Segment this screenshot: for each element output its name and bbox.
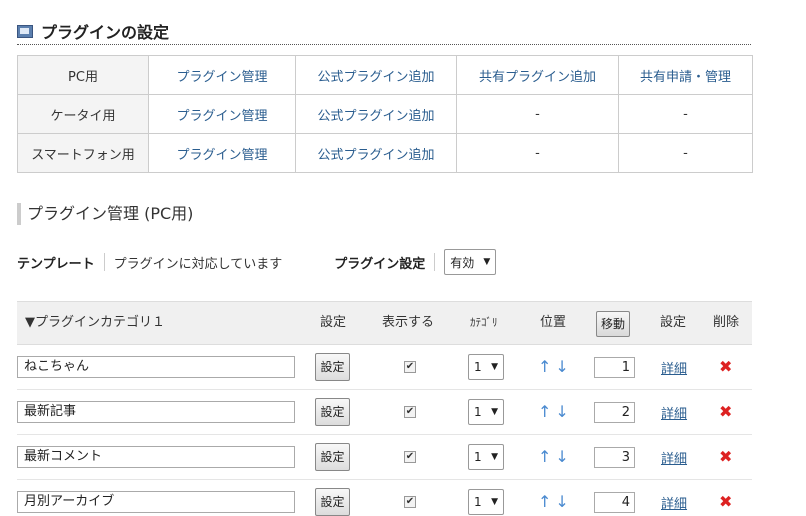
arrow-up-icon[interactable]: ↑: [538, 357, 555, 376]
plugin-row: ねこちゃん 設定 ✔ 1 ▼ ↑↓ 1 詳細 ✖: [17, 345, 752, 390]
chevron-down-icon: ▼: [491, 497, 498, 507]
header-settings: 設定: [320, 315, 347, 330]
template-row: テンプレート プラグインに対応しています プラグイン設定 有効 ▼: [17, 249, 537, 275]
template-label: テンプレート: [17, 256, 95, 272]
arrow-down-icon[interactable]: ↓: [555, 402, 572, 421]
position-input[interactable]: 1: [594, 357, 635, 378]
divider: [434, 253, 436, 271]
device-row-mobile: ケータイ用 プラグイン管理 公式プラグイン追加 - -: [17, 94, 753, 134]
position-input[interactable]: 2: [594, 402, 635, 423]
reorder-arrows: ↑↓: [538, 357, 573, 376]
device-label: PC用: [17, 55, 149, 95]
category-select[interactable]: 1 ▼: [468, 354, 504, 380]
share-request-link[interactable]: 共有申請・管理: [640, 70, 731, 85]
position-input[interactable]: 4: [594, 492, 635, 513]
visible-checkbox[interactable]: ✔: [404, 496, 416, 508]
device-label: ケータイ用: [17, 94, 149, 134]
visible-checkbox[interactable]: ✔: [404, 406, 416, 418]
official-plugin-add-link[interactable]: 公式プラグイン追加: [317, 109, 434, 124]
header-category: ｶﾃｺﾞﾘ: [470, 316, 498, 329]
plugin-name-input[interactable]: ねこちゃん: [17, 356, 295, 378]
visible-checkbox[interactable]: ✔: [404, 451, 416, 463]
chevron-down-icon: ▼: [483, 257, 491, 267]
chevron-down-icon: ▼: [491, 362, 498, 372]
chevron-down-icon: ▼: [491, 452, 498, 462]
plugin-manage-link[interactable]: プラグイン管理: [176, 148, 267, 163]
detail-link[interactable]: 詳細: [661, 358, 687, 377]
header-position: 位置: [540, 315, 567, 330]
arrow-down-icon[interactable]: ↓: [555, 447, 572, 466]
plugin-settings-button[interactable]: 設定: [315, 353, 350, 381]
page-title: プラグインの設定: [17, 18, 751, 45]
chevron-down-icon: ▼: [491, 407, 498, 417]
plugin-settings-button[interactable]: 設定: [315, 398, 350, 426]
section-title: プラグイン管理 (PC用): [17, 203, 193, 225]
divider: [103, 253, 105, 271]
empty-cell: -: [456, 94, 619, 134]
header-settings-2: 設定: [660, 315, 687, 330]
plugin-setting-select[interactable]: 有効 ▼: [444, 249, 497, 275]
plugin-table-header: ▼プラグインカテゴリ１ 設定 表示する ｶﾃｺﾞﾘ 位置 移動 設定 削除: [17, 301, 752, 345]
plugin-settings-button[interactable]: 設定: [315, 443, 350, 471]
plugin-row: 月別アーカイブ 設定 ✔ 1 ▼ ↑↓ 4 詳細 ✖: [17, 480, 752, 516]
delete-icon[interactable]: ✖: [719, 447, 732, 466]
empty-cell: -: [618, 94, 753, 134]
window-icon: [17, 24, 33, 38]
arrow-up-icon[interactable]: ↑: [538, 447, 555, 466]
plugin-row: 最新記事 設定 ✔ 1 ▼ ↑↓ 2 詳細 ✖: [17, 390, 752, 435]
arrow-down-icon[interactable]: ↓: [555, 357, 572, 376]
detail-link[interactable]: 詳細: [661, 448, 687, 467]
empty-cell: -: [456, 133, 619, 173]
category-select[interactable]: 1 ▼: [468, 399, 504, 425]
header-show: 表示する: [382, 315, 435, 330]
plugin-name-input[interactable]: 月別アーカイブ: [17, 491, 295, 513]
arrow-up-icon[interactable]: ↑: [538, 492, 555, 511]
move-button[interactable]: 移動: [596, 311, 631, 337]
device-label: スマートフォン用: [17, 133, 149, 173]
plugin-name-input[interactable]: 最新記事: [17, 401, 295, 423]
reorder-arrows: ↑↓: [538, 402, 573, 421]
delete-icon[interactable]: ✖: [719, 357, 732, 376]
arrow-up-icon[interactable]: ↑: [538, 402, 555, 421]
device-table: PC用 プラグイン管理 公式プラグイン追加 共有プラグイン追加 共有申請・管理 …: [17, 55, 753, 173]
delete-icon[interactable]: ✖: [719, 402, 732, 421]
category-title: ▼プラグインカテゴリ１: [25, 315, 165, 330]
plugin-setting-label: プラグイン設定: [334, 256, 426, 272]
header-delete: 削除: [713, 315, 740, 330]
visible-checkbox[interactable]: ✔: [404, 361, 416, 373]
category-select[interactable]: 1 ▼: [468, 489, 504, 515]
arrow-down-icon[interactable]: ↓: [555, 492, 572, 511]
template-status: プラグインに対応しています: [113, 256, 283, 272]
reorder-arrows: ↑↓: [538, 447, 573, 466]
plugin-name-input[interactable]: 最新コメント: [17, 446, 295, 468]
device-row-pc: PC用 プラグイン管理 公式プラグイン追加 共有プラグイン追加 共有申請・管理: [17, 55, 753, 95]
official-plugin-add-link[interactable]: 公式プラグイン追加: [317, 148, 434, 163]
detail-link[interactable]: 詳細: [661, 493, 687, 512]
position-input[interactable]: 3: [594, 447, 635, 468]
reorder-arrows: ↑↓: [538, 492, 573, 511]
plugin-row: 最新コメント 設定 ✔ 1 ▼ ↑↓ 3 詳細 ✖: [17, 435, 752, 480]
device-row-smartphone: スマートフォン用 プラグイン管理 公式プラグイン追加 - -: [17, 133, 753, 173]
empty-cell: -: [618, 133, 753, 173]
official-plugin-add-link[interactable]: 公式プラグイン追加: [317, 70, 434, 85]
shared-plugin-add-link[interactable]: 共有プラグイン追加: [479, 70, 596, 85]
detail-link[interactable]: 詳細: [661, 403, 687, 422]
delete-icon[interactable]: ✖: [719, 492, 732, 511]
category-select[interactable]: 1 ▼: [468, 444, 504, 470]
page-title-text: プラグインの設定: [41, 23, 170, 42]
plugin-manage-link[interactable]: プラグイン管理: [176, 109, 267, 124]
plugin-manage-link[interactable]: プラグイン管理: [176, 70, 267, 85]
